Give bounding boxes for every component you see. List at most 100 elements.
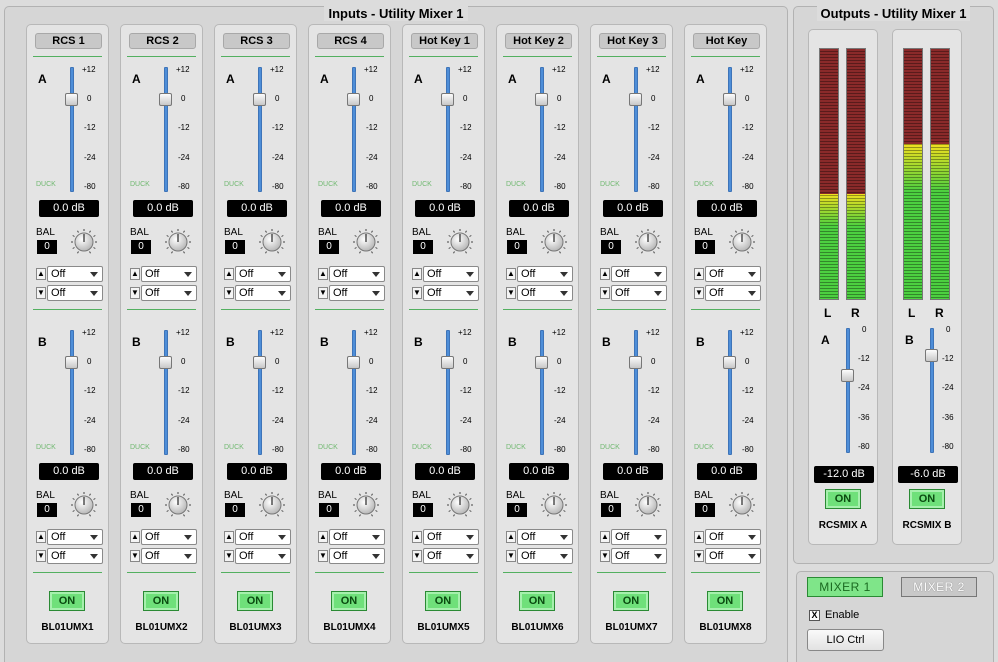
bank-a-fader-thumb[interactable]: [535, 93, 548, 106]
up-arrow-icon[interactable]: ▲: [412, 531, 422, 543]
bank-b-bal-value[interactable]: 0: [319, 503, 339, 517]
output-fader-track[interactable]: [846, 328, 850, 453]
bank-a-gain-readout[interactable]: 0.0 dB: [509, 200, 569, 217]
down-arrow-icon[interactable]: ▼: [130, 287, 140, 299]
bank-b-fader-thumb[interactable]: [159, 356, 172, 369]
bank-b-fader-thumb[interactable]: [629, 356, 642, 369]
bank-b-bal-value[interactable]: 0: [695, 503, 715, 517]
bank-a-bal-value[interactable]: 0: [413, 240, 433, 254]
down-arrow-icon[interactable]: ▼: [224, 550, 234, 562]
bank-a-balance-knob[interactable]: [541, 229, 567, 255]
bank-a-down-select[interactable]: Off: [141, 285, 197, 301]
up-arrow-icon[interactable]: ▲: [318, 268, 328, 280]
bank-a-up-select[interactable]: Off: [517, 266, 573, 282]
bank-a-balance-knob[interactable]: [447, 229, 473, 255]
bank-b-down-select[interactable]: Off: [329, 548, 385, 564]
bank-b-balance-knob[interactable]: [71, 492, 97, 518]
bank-b-up-select[interactable]: Off: [705, 529, 761, 545]
bank-b-down-select[interactable]: Off: [423, 548, 479, 564]
bank-b-down-select[interactable]: Off: [517, 548, 573, 564]
output-on-button[interactable]: ON: [825, 489, 861, 509]
bank-b-gain-readout[interactable]: 0.0 dB: [509, 463, 569, 480]
bank-a-fader-track[interactable]: [540, 67, 544, 192]
bank-a-fader-thumb[interactable]: [629, 93, 642, 106]
channel-on-button[interactable]: ON: [49, 591, 85, 611]
bank-b-bal-value[interactable]: 0: [601, 503, 621, 517]
bank-a-fader-thumb[interactable]: [347, 93, 360, 106]
bank-b-fader-track[interactable]: [164, 330, 168, 455]
bank-b-fader-track[interactable]: [258, 330, 262, 455]
bank-a-fader-track[interactable]: [728, 67, 732, 192]
bank-b-up-select[interactable]: Off: [611, 529, 667, 545]
channel-on-button[interactable]: ON: [519, 591, 555, 611]
bank-b-balance-knob[interactable]: [729, 492, 755, 518]
bank-a-down-select[interactable]: Off: [423, 285, 479, 301]
bank-b-bal-value[interactable]: 0: [37, 503, 57, 517]
bank-b-fader-thumb[interactable]: [441, 356, 454, 369]
output-gain-readout[interactable]: -12.0 dB: [814, 466, 874, 483]
bank-b-fader-track[interactable]: [728, 330, 732, 455]
bank-b-down-select[interactable]: Off: [141, 548, 197, 564]
up-arrow-icon[interactable]: ▲: [318, 531, 328, 543]
up-arrow-icon[interactable]: ▲: [224, 531, 234, 543]
down-arrow-icon[interactable]: ▼: [412, 287, 422, 299]
bank-b-fader-thumb[interactable]: [347, 356, 360, 369]
bank-b-fader-track[interactable]: [540, 330, 544, 455]
down-arrow-icon[interactable]: ▼: [318, 287, 328, 299]
bank-a-fader-track[interactable]: [446, 67, 450, 192]
down-arrow-icon[interactable]: ▼: [600, 287, 610, 299]
bank-a-down-select[interactable]: Off: [611, 285, 667, 301]
bank-b-up-select[interactable]: Off: [47, 529, 103, 545]
bank-b-gain-readout[interactable]: 0.0 dB: [227, 463, 287, 480]
up-arrow-icon[interactable]: ▲: [130, 268, 140, 280]
up-arrow-icon[interactable]: ▲: [600, 268, 610, 280]
bank-a-fader-thumb[interactable]: [159, 93, 172, 106]
bank-b-bal-value[interactable]: 0: [507, 503, 527, 517]
bank-b-down-select[interactable]: Off: [47, 548, 103, 564]
bank-b-bal-value[interactable]: 0: [413, 503, 433, 517]
up-arrow-icon[interactable]: ▲: [130, 531, 140, 543]
bank-b-fader-track[interactable]: [70, 330, 74, 455]
bank-a-bal-value[interactable]: 0: [131, 240, 151, 254]
bank-a-down-select[interactable]: Off: [235, 285, 291, 301]
down-arrow-icon[interactable]: ▼: [694, 287, 704, 299]
bank-b-down-select[interactable]: Off: [705, 548, 761, 564]
bank-b-fader-thumb[interactable]: [65, 356, 78, 369]
channel-on-button[interactable]: ON: [707, 591, 743, 611]
mixer-1-button[interactable]: MIXER 1: [807, 577, 883, 597]
channel-on-button[interactable]: ON: [613, 591, 649, 611]
bank-b-bal-value[interactable]: 0: [225, 503, 245, 517]
bank-a-bal-value[interactable]: 0: [225, 240, 245, 254]
bank-b-balance-knob[interactable]: [447, 492, 473, 518]
down-arrow-icon[interactable]: ▼: [318, 550, 328, 562]
bank-a-up-select[interactable]: Off: [141, 266, 197, 282]
bank-a-balance-knob[interactable]: [165, 229, 191, 255]
bank-b-fader-thumb[interactable]: [723, 356, 736, 369]
bank-a-up-select[interactable]: Off: [329, 266, 385, 282]
bank-b-up-select[interactable]: Off: [329, 529, 385, 545]
bank-a-down-select[interactable]: Off: [517, 285, 573, 301]
bank-b-bal-value[interactable]: 0: [131, 503, 151, 517]
output-fader-thumb[interactable]: [841, 369, 854, 382]
bank-a-gain-readout[interactable]: 0.0 dB: [227, 200, 287, 217]
bank-a-up-select[interactable]: Off: [235, 266, 291, 282]
bank-b-fader-thumb[interactable]: [535, 356, 548, 369]
bank-a-fader-thumb[interactable]: [65, 93, 78, 106]
up-arrow-icon[interactable]: ▲: [694, 531, 704, 543]
bank-a-up-select[interactable]: Off: [47, 266, 103, 282]
bank-a-balance-knob[interactable]: [729, 229, 755, 255]
down-arrow-icon[interactable]: ▼: [600, 550, 610, 562]
bank-b-balance-knob[interactable]: [635, 492, 661, 518]
bank-b-gain-readout[interactable]: 0.0 dB: [321, 463, 381, 480]
bank-a-gain-readout[interactable]: 0.0 dB: [603, 200, 663, 217]
bank-b-fader-track[interactable]: [446, 330, 450, 455]
bank-a-gain-readout[interactable]: 0.0 dB: [415, 200, 475, 217]
bank-b-fader-track[interactable]: [634, 330, 638, 455]
output-on-button[interactable]: ON: [909, 489, 945, 509]
bank-a-gain-readout[interactable]: 0.0 dB: [39, 200, 99, 217]
down-arrow-icon[interactable]: ▼: [36, 287, 46, 299]
mixer-2-button[interactable]: MIXER 2: [901, 577, 977, 597]
up-arrow-icon[interactable]: ▲: [600, 531, 610, 543]
bank-a-gain-readout[interactable]: 0.0 dB: [697, 200, 757, 217]
bank-a-bal-value[interactable]: 0: [319, 240, 339, 254]
